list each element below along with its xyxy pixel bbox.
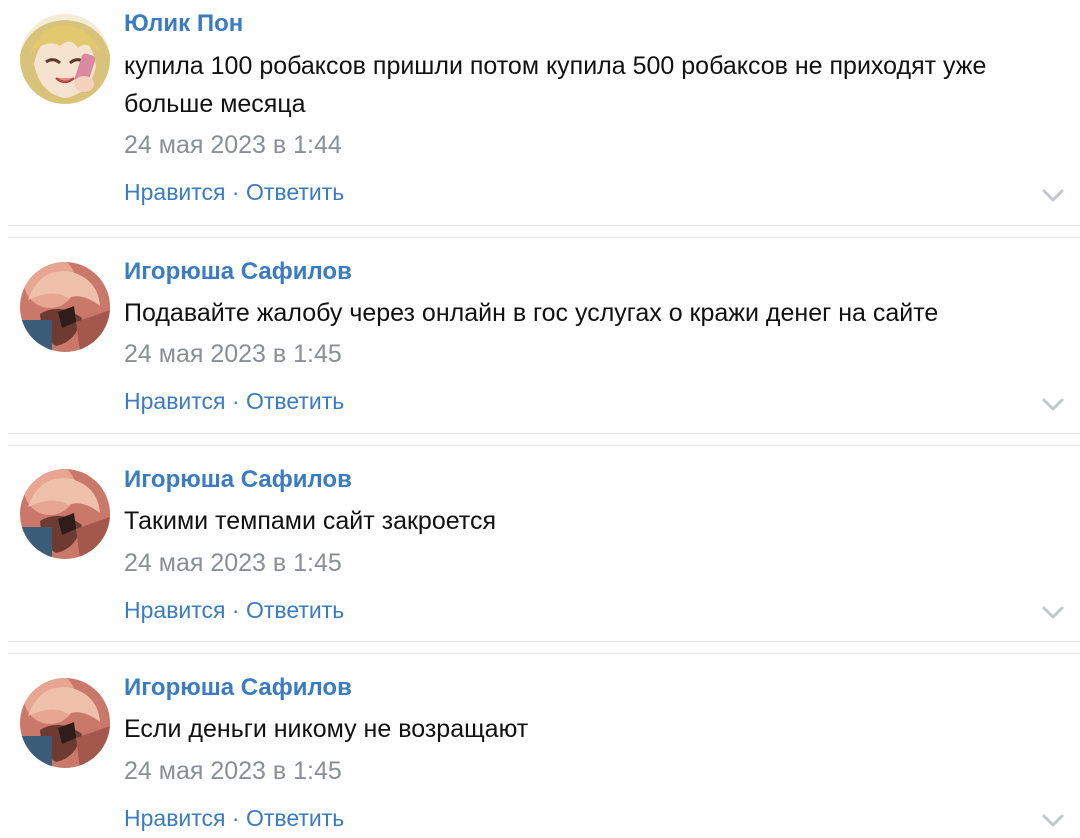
avatar[interactable] [20, 678, 110, 768]
like-link[interactable]: Нравится [124, 597, 226, 623]
comment-author[interactable]: Игорюша Сафилов [124, 257, 352, 287]
comment-actions: Нравится · Ответить [124, 177, 344, 207]
comment-actions: Нравится · Ответить [124, 803, 344, 833]
reply-link[interactable]: Ответить [246, 179, 344, 205]
comment-divider [8, 225, 1080, 238]
chevron-down-icon[interactable] [1042, 814, 1064, 828]
comment-date[interactable]: 24 мая 2023 в 1:45 [124, 756, 342, 786]
comment-date[interactable]: 24 мая 2023 в 1:45 [124, 339, 342, 369]
comment-text: Если деньги никому не возращают [124, 715, 529, 743]
like-link[interactable]: Нравится [124, 388, 226, 414]
anime-character-avatar-icon [20, 678, 110, 768]
comment-actions: Нравится · Ответить [124, 386, 344, 416]
action-separator: · [225, 597, 246, 623]
action-separator: · [225, 805, 246, 831]
comment-item: Игорюша Сафилов Такими темпами сайт закр… [0, 446, 1080, 642]
comment-author[interactable]: Игорюша Сафилов [124, 465, 352, 495]
comment-text: Такими темпами сайт закроется [124, 507, 497, 535]
anime-girl-phone-avatar-icon [20, 14, 110, 104]
comment-item: Юлик Пон купила 100 робаксов пришли пото… [0, 0, 1080, 226]
comment-divider [8, 641, 1080, 654]
avatar[interactable] [20, 262, 110, 352]
anime-character-avatar-icon [20, 262, 110, 352]
avatar[interactable] [20, 469, 110, 559]
comment-item: Игорюша Сафилов Если деньги никому не во… [0, 654, 1080, 838]
comment-date[interactable]: 24 мая 2023 в 1:45 [124, 548, 342, 578]
reply-link[interactable]: Ответить [246, 597, 344, 623]
chevron-down-icon[interactable] [1042, 189, 1064, 203]
chevron-down-icon[interactable] [1042, 606, 1064, 620]
comment-divider [8, 433, 1080, 446]
comment-item: Игорюша Сафилов Подавайте жалобу через о… [0, 238, 1080, 434]
comment-text: купила 100 робаксов пришли потом купила … [124, 52, 987, 118]
chevron-down-icon[interactable] [1042, 398, 1064, 412]
avatar[interactable] [20, 14, 110, 104]
comment-actions: Нравится · Ответить [124, 595, 344, 625]
comment-author[interactable]: Игорюша Сафилов [124, 673, 352, 703]
comment-date[interactable]: 24 мая 2023 в 1:44 [124, 130, 342, 160]
comment-text: Подавайте жалобу через онлайн в гос услу… [124, 299, 939, 327]
reply-link[interactable]: Ответить [246, 805, 344, 831]
action-separator: · [225, 179, 246, 205]
reply-link[interactable]: Ответить [246, 388, 344, 414]
like-link[interactable]: Нравится [124, 805, 226, 831]
anime-character-avatar-icon [20, 469, 110, 559]
like-link[interactable]: Нравится [124, 179, 226, 205]
action-separator: · [225, 388, 246, 414]
comment-author[interactable]: Юлик Пон [124, 9, 243, 39]
